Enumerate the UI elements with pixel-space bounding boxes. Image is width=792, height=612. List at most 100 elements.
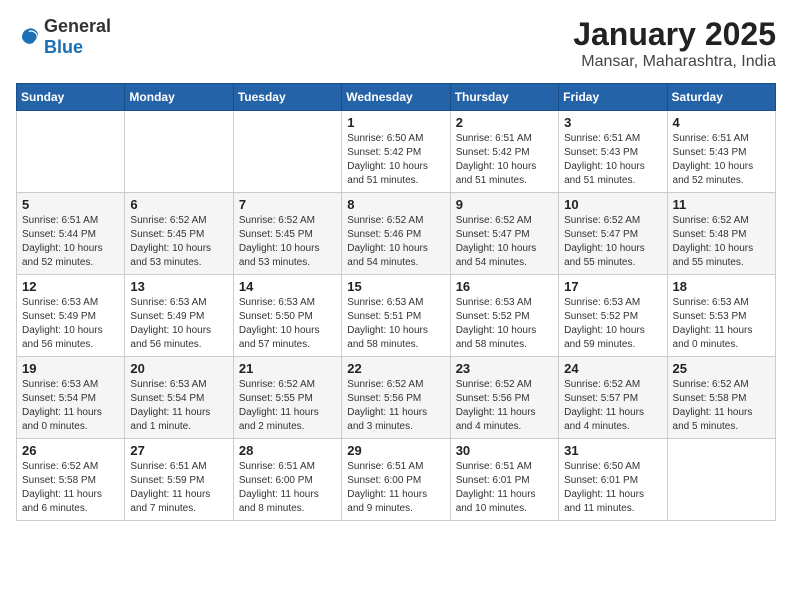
day-number: 28 — [239, 443, 336, 458]
day-info: Sunrise: 6:51 AM Sunset: 5:42 PM Dayligh… — [456, 132, 553, 188]
day-info: Sunrise: 6:52 AM Sunset: 5:47 PM Dayligh… — [564, 214, 661, 270]
day-number: 10 — [564, 197, 661, 212]
day-info: Sunrise: 6:52 AM Sunset: 5:56 PM Dayligh… — [456, 378, 553, 434]
day-number: 24 — [564, 361, 661, 376]
day-number: 30 — [456, 443, 553, 458]
calendar-week-row: 26 Sunrise: 6:52 AM Sunset: 5:58 PM Dayli… — [17, 439, 776, 521]
day-info: Sunrise: 6:52 AM Sunset: 5:58 PM Dayligh… — [673, 378, 770, 434]
day-number: 13 — [130, 279, 227, 294]
day-number: 17 — [564, 279, 661, 294]
logo-text: General Blue — [44, 16, 111, 58]
day-number: 14 — [239, 279, 336, 294]
calendar-cell: 10 Sunrise: 6:52 AM Sunset: 5:47 PM Dayli… — [559, 193, 667, 275]
day-number: 31 — [564, 443, 661, 458]
calendar-week-row: 5Sunrise: 6:51 AM Sunset: 5:44 PM Daylig… — [17, 193, 776, 275]
day-info: Sunrise: 6:52 AM Sunset: 5:46 PM Dayligh… — [347, 214, 444, 270]
weekday-header: Friday — [559, 84, 667, 111]
calendar-cell: 21 Sunrise: 6:52 AM Sunset: 5:55 PM Dayli… — [233, 357, 341, 439]
day-number: 22 — [347, 361, 444, 376]
calendar-cell: 27 Sunrise: 6:51 AM Sunset: 5:59 PM Dayli… — [125, 439, 233, 521]
day-info: Sunrise: 6:53 AM Sunset: 5:52 PM Dayligh… — [564, 296, 661, 352]
day-info: Sunrise: 6:50 AM Sunset: 5:42 PM Dayligh… — [347, 132, 444, 188]
day-info: Sunrise: 6:53 AM Sunset: 5:54 PM Dayligh… — [22, 378, 119, 434]
calendar-cell: 22 Sunrise: 6:52 AM Sunset: 5:56 PM Dayli… — [342, 357, 450, 439]
calendar-week-row: 12Sunrise: 6:53 AM Sunset: 5:49 PM Dayli… — [17, 275, 776, 357]
calendar-cell: 1 Sunrise: 6:50 AM Sunset: 5:42 PM Daylig… — [342, 111, 450, 193]
day-info: Sunrise: 6:51 AM Sunset: 5:44 PM Dayligh… — [22, 214, 119, 270]
day-info: Sunrise: 6:52 AM Sunset: 5:45 PM Dayligh… — [130, 214, 227, 270]
calendar-cell: 4 Sunrise: 6:51 AM Sunset: 5:43 PM Daylig… — [667, 111, 775, 193]
day-number: 20 — [130, 361, 227, 376]
weekday-header: Saturday — [667, 84, 775, 111]
day-info: Sunrise: 6:52 AM Sunset: 5:48 PM Dayligh… — [673, 214, 770, 270]
day-info: Sunrise: 6:51 AM Sunset: 5:43 PM Dayligh… — [564, 132, 661, 188]
day-number: 25 — [673, 361, 770, 376]
day-number: 9 — [456, 197, 553, 212]
calendar-cell: 3 Sunrise: 6:51 AM Sunset: 5:43 PM Daylig… — [559, 111, 667, 193]
logo: General Blue — [16, 16, 111, 58]
calendar-cell: 29Sunrise: 6:51 AM Sunset: 6:00 PM Dayli… — [342, 439, 450, 521]
day-number: 27 — [130, 443, 227, 458]
calendar-cell — [17, 111, 125, 193]
day-number: 8 — [347, 197, 444, 212]
day-info: Sunrise: 6:53 AM Sunset: 5:53 PM Dayligh… — [673, 296, 770, 352]
calendar-week-row: 1 Sunrise: 6:50 AM Sunset: 5:42 PM Daylig… — [17, 111, 776, 193]
calendar-cell: 24 Sunrise: 6:52 AM Sunset: 5:57 PM Dayli… — [559, 357, 667, 439]
calendar-cell — [667, 439, 775, 521]
day-info: Sunrise: 6:53 AM Sunset: 5:49 PM Dayligh… — [130, 296, 227, 352]
calendar-cell: 11 Sunrise: 6:52 AM Sunset: 5:48 PM Dayli… — [667, 193, 775, 275]
calendar-cell — [125, 111, 233, 193]
day-info: Sunrise: 6:53 AM Sunset: 5:52 PM Dayligh… — [456, 296, 553, 352]
day-number: 1 — [347, 115, 444, 130]
calendar-cell: 18Sunrise: 6:53 AM Sunset: 5:53 PM Dayli… — [667, 275, 775, 357]
calendar-cell: 16 Sunrise: 6:53 AM Sunset: 5:52 PM Dayli… — [450, 275, 558, 357]
day-number: 16 — [456, 279, 553, 294]
calendar-cell: 13 Sunrise: 6:53 AM Sunset: 5:49 PM Dayli… — [125, 275, 233, 357]
day-info: Sunrise: 6:53 AM Sunset: 5:54 PM Dayligh… — [130, 378, 227, 434]
day-info: Sunrise: 6:52 AM Sunset: 5:47 PM Dayligh… — [456, 214, 553, 270]
logo-icon — [16, 25, 40, 49]
day-info: Sunrise: 6:51 AM Sunset: 6:00 PM Dayligh… — [239, 460, 336, 516]
day-info: Sunrise: 6:52 AM Sunset: 5:55 PM Dayligh… — [239, 378, 336, 434]
calendar-cell: 7Sunrise: 6:52 AM Sunset: 5:45 PM Daylig… — [233, 193, 341, 275]
day-number: 23 — [456, 361, 553, 376]
day-info: Sunrise: 6:51 AM Sunset: 5:59 PM Dayligh… — [130, 460, 227, 516]
calendar-cell: 26 Sunrise: 6:52 AM Sunset: 5:58 PM Dayli… — [17, 439, 125, 521]
day-number: 21 — [239, 361, 336, 376]
calendar-cell: 28 Sunrise: 6:51 AM Sunset: 6:00 PM Dayli… — [233, 439, 341, 521]
calendar-cell: 17 Sunrise: 6:53 AM Sunset: 5:52 PM Dayli… — [559, 275, 667, 357]
day-info: Sunrise: 6:50 AM Sunset: 6:01 PM Dayligh… — [564, 460, 661, 516]
weekday-header-row: SundayMondayTuesdayWednesdayThursdayFrid… — [17, 84, 776, 111]
day-info: Sunrise: 6:53 AM Sunset: 5:51 PM Dayligh… — [347, 296, 444, 352]
calendar-cell: 20 Sunrise: 6:53 AM Sunset: 5:54 PM Dayli… — [125, 357, 233, 439]
title-area: January 2025 Mansar, Maharashtra, India — [573, 16, 776, 71]
day-number: 3 — [564, 115, 661, 130]
calendar-cell: 9 Sunrise: 6:52 AM Sunset: 5:47 PM Daylig… — [450, 193, 558, 275]
day-info: Sunrise: 6:51 AM Sunset: 5:43 PM Dayligh… — [673, 132, 770, 188]
location-title: Mansar, Maharashtra, India — [573, 53, 776, 71]
calendar-cell: 2 Sunrise: 6:51 AM Sunset: 5:42 PM Daylig… — [450, 111, 558, 193]
day-number: 4 — [673, 115, 770, 130]
calendar-cell — [233, 111, 341, 193]
calendar-cell: 30 Sunrise: 6:51 AM Sunset: 6:01 PM Dayli… — [450, 439, 558, 521]
day-info: Sunrise: 6:52 AM Sunset: 5:45 PM Dayligh… — [239, 214, 336, 270]
calendar-cell: 6Sunrise: 6:52 AM Sunset: 5:45 PM Daylig… — [125, 193, 233, 275]
day-number: 29 — [347, 443, 444, 458]
day-number: 11 — [673, 197, 770, 212]
day-info: Sunrise: 6:52 AM Sunset: 5:56 PM Dayligh… — [347, 378, 444, 434]
calendar-cell: 23 Sunrise: 6:52 AM Sunset: 5:56 PM Dayli… — [450, 357, 558, 439]
month-title: January 2025 — [573, 16, 776, 53]
day-number: 19 — [22, 361, 119, 376]
day-number: 2 — [456, 115, 553, 130]
calendar-table: SundayMondayTuesdayWednesdayThursdayFrid… — [16, 83, 776, 521]
weekday-header: Wednesday — [342, 84, 450, 111]
day-info: Sunrise: 6:52 AM Sunset: 5:57 PM Dayligh… — [564, 378, 661, 434]
day-info: Sunrise: 6:52 AM Sunset: 5:58 PM Dayligh… — [22, 460, 119, 516]
day-info: Sunrise: 6:51 AM Sunset: 6:01 PM Dayligh… — [456, 460, 553, 516]
calendar-cell: 5Sunrise: 6:51 AM Sunset: 5:44 PM Daylig… — [17, 193, 125, 275]
day-info: Sunrise: 6:53 AM Sunset: 5:49 PM Dayligh… — [22, 296, 119, 352]
day-number: 26 — [22, 443, 119, 458]
calendar-cell: 8 Sunrise: 6:52 AM Sunset: 5:46 PM Daylig… — [342, 193, 450, 275]
day-number: 15 — [347, 279, 444, 294]
weekday-header: Tuesday — [233, 84, 341, 111]
